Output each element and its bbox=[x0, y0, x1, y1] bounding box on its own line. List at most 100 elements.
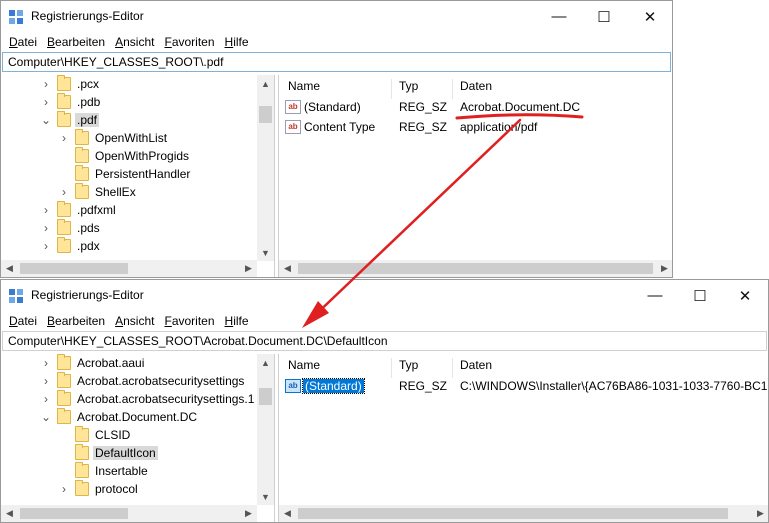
tree-item-label: .pdb bbox=[77, 95, 101, 109]
scroll-thumb[interactable] bbox=[20, 508, 128, 519]
scroll-up-icon[interactable]: ▲ bbox=[257, 354, 274, 371]
value-row[interactable]: ab (Standard) REG_SZ Acrobat.Document.DC bbox=[279, 98, 672, 116]
column-type[interactable]: Typ bbox=[399, 79, 418, 93]
expand-chevron-icon[interactable]: › bbox=[41, 203, 51, 217]
menu-accel: F bbox=[164, 35, 172, 49]
values-horizontal-scrollbar[interactable]: ◀ ▶ bbox=[279, 260, 672, 277]
expand-chevron-icon[interactable]: › bbox=[41, 374, 51, 388]
values-horizontal-scrollbar[interactable]: ◀ ▶ bbox=[279, 505, 768, 522]
scroll-right-icon[interactable]: ▶ bbox=[240, 260, 257, 277]
menu-bar: Datei Bearbeiten Ansicht Favoriten Hilfe bbox=[1, 32, 672, 52]
menu-bearbeiten[interactable]: Bearbeiten bbox=[42, 314, 110, 328]
menu-datei[interactable]: Datei bbox=[4, 35, 42, 49]
folder-icon bbox=[75, 462, 89, 478]
collapse-chevron-icon[interactable]: ⌄ bbox=[41, 113, 51, 127]
expand-chevron-icon[interactable]: › bbox=[59, 185, 69, 199]
tree-vertical-scrollbar[interactable]: ▲ ▼ bbox=[257, 75, 274, 261]
tree-item[interactable]: › .pds bbox=[41, 219, 102, 237]
tree-item[interactable]: › OpenWithList bbox=[59, 129, 169, 147]
address-bar[interactable]: Computer\HKEY_CLASSES_ROOT\.pdf bbox=[2, 52, 671, 72]
tree-item[interactable]: › Acrobat.acrobatsecuritysettings bbox=[41, 372, 246, 390]
scroll-down-icon[interactable]: ▼ bbox=[257, 244, 274, 261]
maximize-button[interactable]: ☐ bbox=[677, 280, 723, 311]
column-data[interactable]: Daten bbox=[460, 79, 492, 93]
scroll-thumb[interactable] bbox=[298, 263, 653, 274]
scroll-right-icon[interactable]: ▶ bbox=[752, 505, 768, 522]
scroll-left-icon[interactable]: ◀ bbox=[1, 505, 18, 522]
tree-item-defaulticon[interactable]: DefaultIcon bbox=[59, 444, 158, 462]
tree-item[interactable]: › Acrobat.acrobatsecuritysettings.1 bbox=[41, 390, 256, 408]
collapse-chevron-icon[interactable]: ⌄ bbox=[41, 410, 51, 424]
expand-chevron-icon[interactable]: › bbox=[41, 392, 51, 406]
column-divider[interactable] bbox=[452, 79, 453, 99]
expand-chevron-icon[interactable]: › bbox=[59, 482, 69, 496]
tree-item[interactable]: Insertable bbox=[59, 462, 150, 480]
tree-item[interactable]: › .pcx bbox=[41, 75, 101, 93]
tree-item-label: OpenWithProgids bbox=[95, 149, 190, 163]
menu-ansicht[interactable]: Ansicht bbox=[110, 314, 159, 328]
menu-label: earbeiten bbox=[55, 35, 106, 49]
scroll-left-icon[interactable]: ◀ bbox=[279, 505, 296, 522]
menu-favoriten[interactable]: Favoriten bbox=[159, 35, 219, 49]
title-bar[interactable]: Registrierungs-Editor — ☐ ✕ bbox=[1, 280, 768, 311]
close-button[interactable]: ✕ bbox=[722, 280, 768, 311]
maximize-button[interactable]: ☐ bbox=[581, 1, 627, 32]
tree-item[interactable]: › protocol bbox=[59, 480, 140, 498]
tree-horizontal-scrollbar[interactable]: ◀ ▶ bbox=[1, 505, 257, 522]
menu-bearbeiten[interactable]: Bearbeiten bbox=[42, 35, 110, 49]
menu-datei[interactable]: Datei bbox=[4, 314, 42, 328]
column-divider[interactable] bbox=[391, 358, 392, 378]
column-data[interactable]: Daten bbox=[460, 358, 492, 372]
scroll-thumb[interactable] bbox=[20, 263, 128, 274]
scroll-thumb[interactable] bbox=[259, 106, 272, 123]
minimize-button[interactable]: — bbox=[632, 280, 678, 311]
menu-bar: Datei Bearbeiten Ansicht Favoriten Hilfe bbox=[1, 311, 768, 331]
column-divider[interactable] bbox=[391, 79, 392, 99]
menu-favoriten[interactable]: Favoriten bbox=[159, 314, 219, 328]
column-type[interactable]: Typ bbox=[399, 358, 418, 372]
column-name[interactable]: Name bbox=[288, 358, 320, 372]
menu-label: ilfe bbox=[233, 314, 249, 328]
expand-chevron-icon[interactable]: › bbox=[41, 239, 51, 253]
scroll-right-icon[interactable]: ▶ bbox=[656, 260, 672, 277]
menu-label: avoriten bbox=[171, 314, 215, 328]
value-row[interactable]: ab Content Type REG_SZ application/pdf bbox=[279, 118, 672, 136]
scroll-up-icon[interactable]: ▲ bbox=[257, 75, 274, 92]
scroll-right-icon[interactable]: ▶ bbox=[240, 505, 257, 522]
tree-item-acrobat-document-dc[interactable]: ⌄ Acrobat.Document.DC bbox=[41, 408, 199, 426]
address-bar[interactable]: Computer\HKEY_CLASSES_ROOT\Acrobat.Docum… bbox=[2, 331, 767, 351]
column-name[interactable]: Name bbox=[288, 79, 320, 93]
tree-item[interactable]: › .pdx bbox=[41, 237, 102, 255]
title-bar[interactable]: Registrierungs-Editor — ☐ ✕ bbox=[1, 1, 672, 32]
expand-chevron-icon[interactable]: › bbox=[41, 95, 51, 109]
menu-hilfe[interactable]: Hilfe bbox=[220, 314, 254, 328]
column-divider[interactable] bbox=[452, 358, 453, 378]
scroll-thumb[interactable] bbox=[259, 388, 272, 405]
expand-chevron-icon[interactable]: › bbox=[41, 356, 51, 370]
minimize-button[interactable]: — bbox=[536, 1, 582, 32]
key-tree: › Acrobat.aaui › Acrobat.acrobatsecurityse… bbox=[1, 354, 275, 522]
scroll-left-icon[interactable]: ◀ bbox=[1, 260, 18, 277]
tree-item[interactable]: › ShellEx bbox=[59, 183, 138, 201]
tree-item[interactable]: CLSID bbox=[59, 426, 132, 444]
tree-item-pdf[interactable]: ⌄ .pdf bbox=[41, 111, 100, 129]
expand-chevron-icon[interactable]: › bbox=[41, 77, 51, 91]
scroll-thumb[interactable] bbox=[298, 508, 728, 519]
menu-hilfe[interactable]: Hilfe bbox=[220, 35, 254, 49]
tree-item[interactable]: PersistentHandler bbox=[59, 165, 192, 183]
menu-ansicht[interactable]: Ansicht bbox=[110, 35, 159, 49]
value-row-selected[interactable]: ab (Standard) REG_SZ C:\WINDOWS\Installe… bbox=[279, 377, 768, 395]
tree-item[interactable]: › Acrobat.aaui bbox=[41, 354, 146, 372]
tree-horizontal-scrollbar[interactable]: ◀ ▶ bbox=[1, 260, 257, 277]
tree-item[interactable]: OpenWithProgids bbox=[59, 147, 191, 165]
scroll-down-icon[interactable]: ▼ bbox=[257, 488, 274, 505]
value-data: application/pdf bbox=[460, 120, 538, 134]
tree-item[interactable]: › .pdfxml bbox=[41, 201, 118, 219]
close-button[interactable]: ✕ bbox=[627, 1, 672, 32]
expand-chevron-icon[interactable]: › bbox=[59, 131, 69, 145]
scroll-left-icon[interactable]: ◀ bbox=[279, 260, 296, 277]
window-title: Registrierungs-Editor bbox=[31, 9, 144, 23]
expand-chevron-icon[interactable]: › bbox=[41, 221, 51, 235]
tree-vertical-scrollbar[interactable]: ▲ ▼ bbox=[257, 354, 274, 505]
tree-item[interactable]: › .pdb bbox=[41, 93, 102, 111]
